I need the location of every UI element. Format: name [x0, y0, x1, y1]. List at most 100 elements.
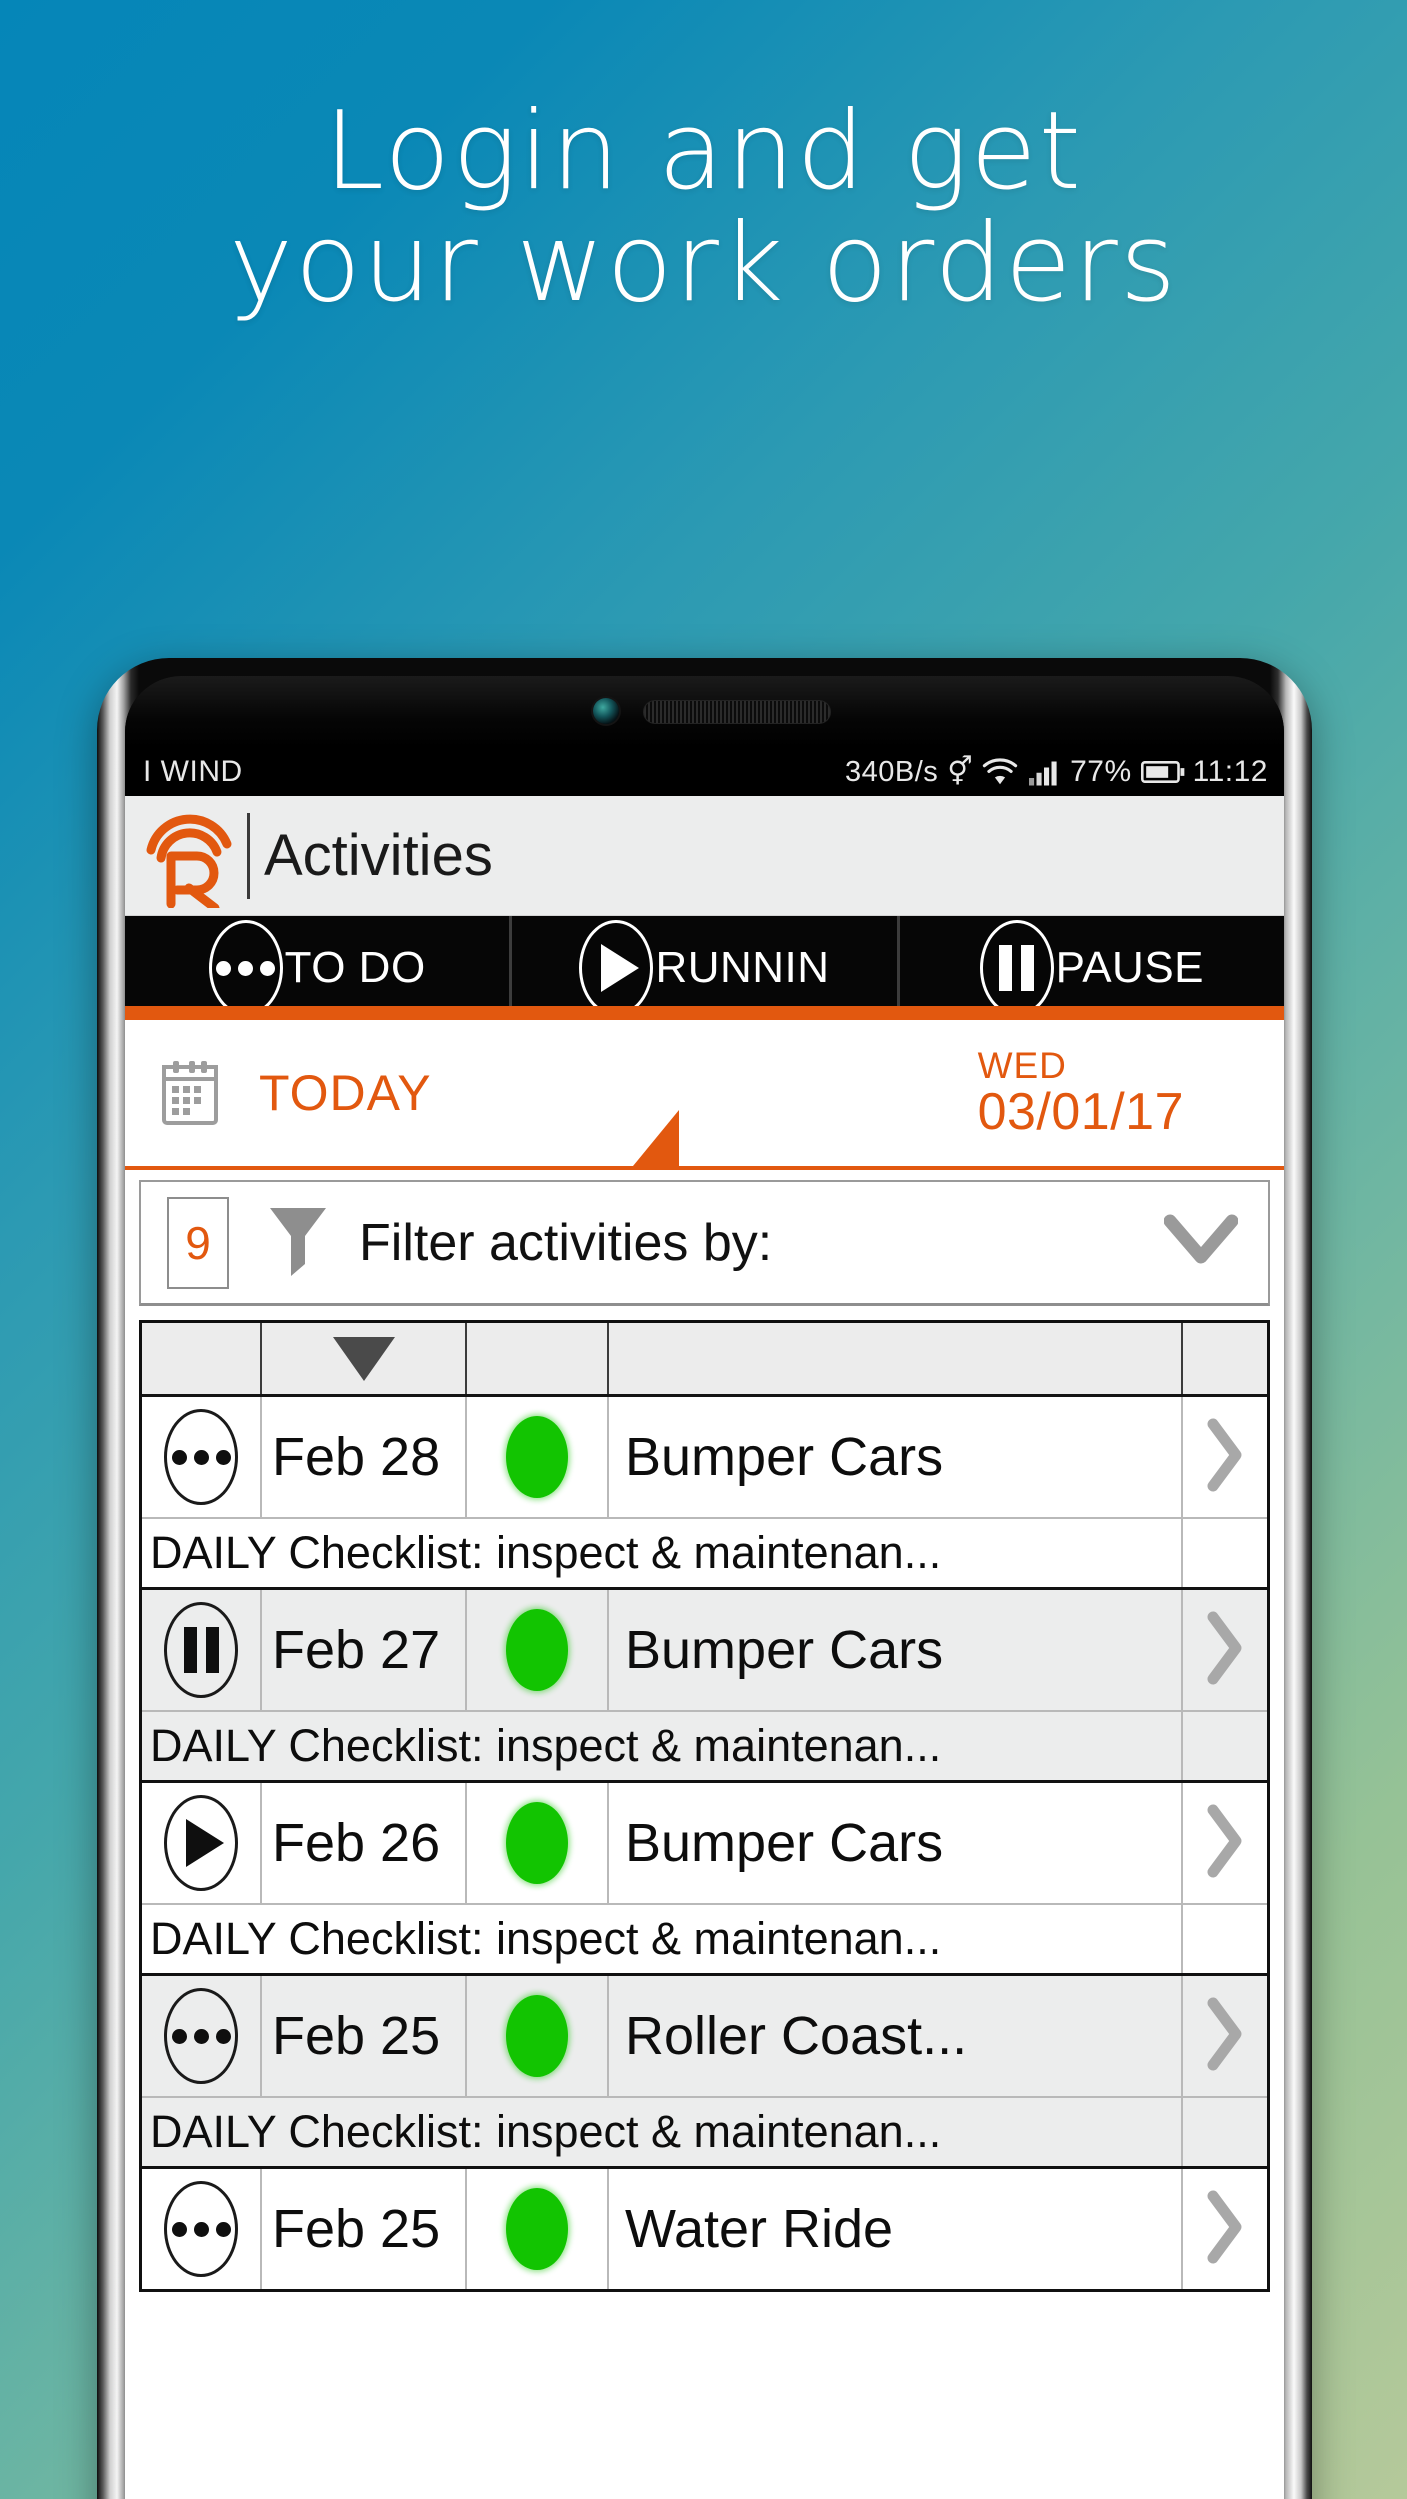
battery-icon: [1140, 758, 1185, 786]
filter-bar[interactable]: 9 Filter activities by:: [139, 1180, 1270, 1306]
table-row[interactable]: Feb 25 Water Ride: [142, 2169, 1267, 2292]
row-name-label: Bumper Cars: [625, 1813, 944, 1873]
header-cell-name: [609, 1323, 1183, 1394]
row-open-button[interactable]: [1183, 1976, 1267, 2096]
row-status-cell: [467, 1397, 609, 1517]
chevron-right-icon: [1205, 1804, 1245, 1883]
row-name-cell: Roller Coast...: [609, 1976, 1183, 2096]
table-row-main[interactable]: Feb 26 Bumper Cars: [142, 1783, 1267, 1903]
promo-headline: Login and get your work orders: [0, 96, 1407, 320]
calendar-icon: [159, 1059, 221, 1127]
table-row-main[interactable]: Feb 27 Bumper Cars: [142, 1590, 1267, 1710]
activities-table: Feb 28 Bumper Cars DAILY Checklist: insp…: [139, 1320, 1270, 2292]
row-name-cell: Water Ride: [609, 2169, 1183, 2289]
app-bar: Activities: [125, 796, 1284, 916]
row-subtitle-label: DAILY Checklist: inspect & maintenan...: [150, 1720, 942, 1771]
table-row-subtitle: DAILY Checklist: inspect & maintenan...: [142, 1710, 1267, 1780]
table-row-subtitle: DAILY Checklist: inspect & maintenan...: [142, 1517, 1267, 1587]
row-open-button[interactable]: [1183, 1783, 1267, 1903]
status-badge: [506, 2188, 568, 2270]
phone-screen: I WIND 340B/s ⚥ 77% 11:12 Activities TO …: [125, 748, 1284, 2499]
date-bar-arrow-icon: [633, 1110, 679, 1166]
earpiece-speaker-icon: [642, 700, 831, 724]
row-open-button[interactable]: [1183, 1397, 1267, 1517]
row-date-cell: Feb 28: [262, 1397, 467, 1517]
funnel-icon: [267, 1202, 329, 1283]
row-name-label: Bumper Cars: [625, 1427, 944, 1487]
row-date-label: Feb 27: [272, 1620, 441, 1680]
row-name-label: Bumper Cars: [625, 1620, 944, 1680]
chevron-down-icon[interactable]: [1163, 1213, 1239, 1272]
tab-pause[interactable]: PAUSE: [896, 916, 1284, 1020]
tab-pause-label: PAUSE: [1055, 943, 1205, 992]
tab-todo[interactable]: TO DO: [125, 916, 509, 1020]
table-row[interactable]: Feb 26 Bumper Cars DAILY Checklist: insp…: [142, 1783, 1267, 1976]
table-row-subtitle: DAILY Checklist: inspect & maintenan...: [142, 1903, 1267, 1973]
date-label: 03/01/17: [977, 1083, 1184, 1142]
bluetooth-icon: ⚥: [947, 756, 974, 787]
dots-icon: [164, 1409, 238, 1505]
row-date-label: Feb 25: [272, 2199, 441, 2259]
dots-icon: [208, 920, 283, 1016]
tab-running[interactable]: RUNNIN: [509, 916, 896, 1020]
promo-headline-line-1: Login and get: [323, 89, 1084, 214]
tab-bar: TO DO RUNNIN PAUSE: [125, 916, 1284, 1020]
row-name-label: Roller Coast...: [625, 2006, 968, 2066]
phone-body: I WIND 340B/s ⚥ 77% 11:12 Activities TO …: [125, 676, 1284, 2499]
play-icon: [164, 1795, 238, 1891]
table-row[interactable]: Feb 27 Bumper Cars DAILY Checklist: insp…: [142, 1590, 1267, 1783]
page-title: Activities: [264, 823, 493, 888]
network-rate-label: 340B/s: [845, 755, 939, 788]
row-date-cell: Feb 25: [262, 2169, 467, 2289]
row-open-button[interactable]: [1183, 1590, 1267, 1710]
date-bar[interactable]: TODAY WED 03/01/17: [125, 1020, 1284, 1170]
chevron-right-icon: [1205, 1418, 1245, 1497]
tab-todo-label: TO DO: [284, 943, 426, 992]
promo-headline-line-2: your work orders: [228, 201, 1179, 326]
header-cell-date[interactable]: [262, 1323, 467, 1394]
row-state-cell[interactable]: [142, 1590, 262, 1710]
table-row[interactable]: Feb 28 Bumper Cars DAILY Checklist: insp…: [142, 1397, 1267, 1590]
table-row-main[interactable]: Feb 25 Roller Coast...: [142, 1976, 1267, 2096]
table-row-main[interactable]: Feb 28 Bumper Cars: [142, 1397, 1267, 1517]
app-logo-r-icon[interactable]: [141, 804, 237, 912]
table-row-main[interactable]: Feb 25 Water Ride: [142, 2169, 1267, 2289]
row-status-cell: [467, 2169, 609, 2289]
day-of-week-label: WED: [977, 1044, 1067, 1086]
dots-icon: [164, 1988, 238, 2084]
phone-device: I WIND 340B/s ⚥ 77% 11:12 Activities TO …: [97, 658, 1312, 2499]
row-open-button[interactable]: [1183, 2169, 1267, 2289]
front-camera-icon: [592, 698, 619, 724]
row-subtitle-label: DAILY Checklist: inspect & maintenan...: [150, 1913, 942, 1964]
row-state-cell[interactable]: [142, 1976, 262, 2096]
android-status-bar: I WIND 340B/s ⚥ 77% 11:12: [125, 748, 1284, 796]
status-badge: [506, 1609, 568, 1691]
table-row[interactable]: Feb 25 Roller Coast... DAILY Checklist: …: [142, 1976, 1267, 2169]
selected-date: WED 03/01/17: [978, 1046, 1184, 1140]
row-status-cell: [467, 1976, 609, 2096]
chevron-right-icon: [1205, 2190, 1245, 2269]
status-badge: [506, 1995, 568, 2077]
chevron-right-icon: [1205, 1611, 1245, 1690]
filter-label: Filter activities by:: [359, 1213, 773, 1272]
header-cell-chevron: [1183, 1323, 1267, 1394]
row-state-cell[interactable]: [142, 2169, 262, 2289]
filter-count-badge: 9: [167, 1196, 229, 1289]
carrier-label: I WIND: [143, 755, 243, 788]
filter-section: 9 Filter activities by:: [125, 1170, 1284, 1306]
row-status-cell: [467, 1783, 609, 1903]
status-badge: [506, 1802, 568, 1884]
header-cell-state: [142, 1323, 262, 1394]
clock-label: 11:12: [1192, 755, 1268, 788]
row-subtitle-label: DAILY Checklist: inspect & maintenan...: [150, 1527, 942, 1578]
tab-running-label: RUNNIN: [655, 943, 830, 992]
dots-icon: [164, 2181, 238, 2277]
chevron-right-icon: [1205, 1997, 1245, 2076]
promo-background: Login and get your work orders I WIND 34…: [0, 0, 1407, 2499]
row-date-cell: Feb 27: [262, 1590, 467, 1710]
row-state-cell[interactable]: [142, 1783, 262, 1903]
row-state-cell[interactable]: [142, 1397, 262, 1517]
pause-icon: [979, 920, 1054, 1016]
row-name-label: Water Ride: [625, 2199, 894, 2259]
tab-active-underline: [125, 1006, 1284, 1020]
